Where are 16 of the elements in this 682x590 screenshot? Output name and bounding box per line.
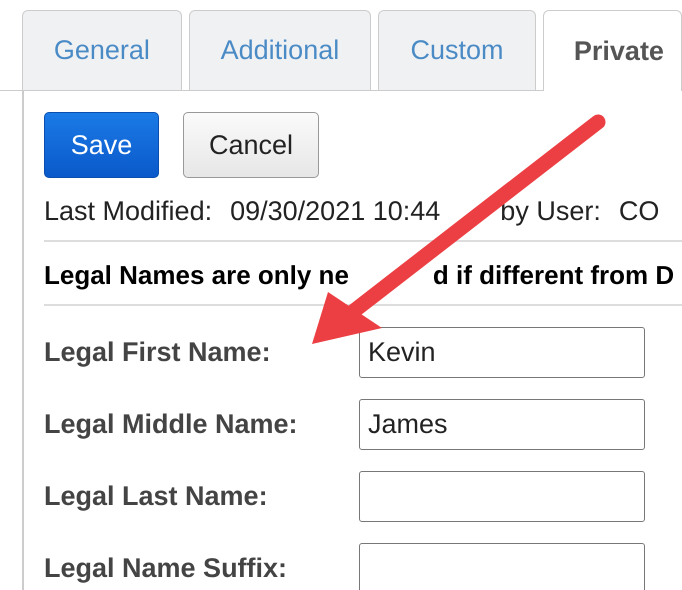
field-label: Legal Name Suffix: [44,552,288,585]
text-field[interactable] [359,542,645,590]
text-field[interactable]: Kevin [359,326,645,378]
text-field[interactable] [359,470,645,522]
cancel-button[interactable]: Cancel [183,112,319,178]
modified-date: 09/30/2021 10:44 [230,195,440,228]
field-label: Legal Last Name: [44,480,269,513]
save-button[interactable]: Save [44,112,159,178]
field-label: Legal First Name: [44,336,272,369]
text-field[interactable]: James [359,398,645,450]
note-text: Legal Names are only ne [44,259,349,292]
user-name: CO [618,195,660,228]
field-label: Legal Middle Name: [44,408,299,441]
tab[interactable]: Private [542,10,682,91]
last-modified-label: Last Modified: [44,195,212,228]
note-text: d if different from D [432,259,674,292]
